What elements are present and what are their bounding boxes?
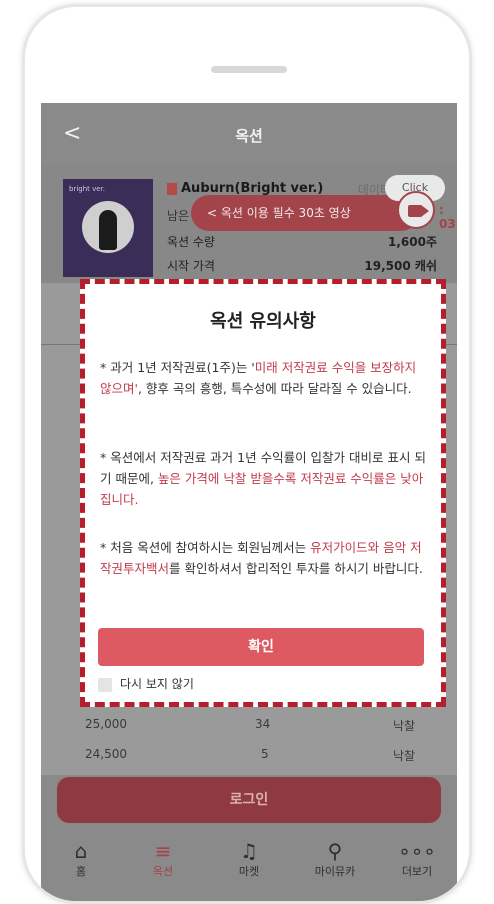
album-cover-text: bright ver. — [69, 185, 106, 193]
dont-show-again[interactable]: 다시 보지 않기 — [98, 675, 194, 692]
auction-icon: ≡ — [154, 839, 172, 863]
bid-price: 25,000 — [85, 717, 127, 731]
page-title: 옥션 — [235, 127, 263, 145]
nav-home-label: 홈 — [75, 865, 87, 878]
table-row: 25,000 34 낙찰 — [41, 717, 457, 743]
notice-paragraph-3: * 처음 옥션에 참여하시는 회원님께서는 유저가이드와 음악 저작권투자백서를… — [100, 537, 430, 579]
nav-auction-label: 옥션 — [152, 865, 174, 878]
album-art-figure — [99, 210, 117, 250]
bid-price: 24,500 — [85, 747, 127, 761]
notice-1-text-end: , 향후 곡의 흥행, 특수성에 따라 달라질 수 있습니다. — [137, 381, 412, 396]
home-icon: ⌂ — [74, 839, 88, 863]
video-play-icon[interactable] — [397, 191, 435, 229]
nav-auction[interactable]: ≡ 옥션 — [133, 839, 193, 879]
notice-3-text-end: 를 확인하셔서 합리적인 투자를 하시기 바랍니다. — [169, 561, 423, 576]
notice-paragraph-2: * 옥션에서 저작권료 과거 1년 수익률이 입찰가 대비로 표시 되기 때문에… — [100, 447, 430, 510]
auction-qty-value: 1,600주 — [388, 235, 437, 249]
bid-count: 34 — [255, 717, 271, 731]
dont-show-again-label: 다시 보지 않기 — [120, 677, 194, 691]
album-cover: bright ver. — [63, 179, 153, 277]
notice-paragraph-1: * 과거 1년 저작권료(1주)는 '미래 저작권료 수익을 보장하지 않으며'… — [100, 357, 430, 399]
nav-home[interactable]: ⌂ 홈 — [51, 839, 111, 879]
confirm-button[interactable]: 확인 — [98, 628, 424, 666]
bid-count: 5 — [261, 747, 269, 761]
user-icon: ⚲ — [327, 839, 343, 863]
bid-status: 낙찰 — [393, 749, 416, 763]
song-info-card: bright ver. Auburn(Bright ver.) 데이터 남은 옥… — [41, 165, 457, 283]
nav-more[interactable]: ∘∘∘ 더보기 — [387, 839, 447, 879]
music-icon — [167, 182, 177, 195]
checkbox-icon[interactable] — [98, 677, 112, 692]
bottom-nav: ⌂ 홈 ≡ 옥션 ♫ 마켓 ⚲ 마이뮤카 ∘∘∘ 더보기 — [41, 829, 457, 901]
artist-line: 남은 — [167, 209, 190, 223]
notice-1-text: * 과거 1년 저작권료(1주)는 ' — [100, 360, 255, 375]
notice-3-text: * 처음 옥션에 참여하시는 회원님께서는 — [100, 540, 311, 555]
nav-market-label: 마켓 — [238, 865, 260, 878]
video-timer: : 03 — [439, 203, 456, 231]
speaker-grille — [211, 66, 287, 73]
login-button[interactable]: 로그인 — [57, 777, 441, 823]
start-price-value: 19,500 캐쉬 — [364, 259, 437, 273]
bid-status: 낙찰 — [393, 719, 416, 733]
app-bar: < 옥션 — [41, 103, 457, 165]
auction-notice-modal: 옥션 유의사항 * 과거 1년 저작권료(1주)는 '미래 저작권료 수익을 보… — [80, 279, 446, 707]
video-tooltip[interactable]: < 옥션 이용 필수 30초 영상 — [191, 195, 419, 231]
auction-qty-label: 옥션 수량 — [167, 235, 215, 249]
more-icon: ∘∘∘ — [398, 839, 436, 863]
song-title[interactable]: Auburn(Bright ver.) — [167, 181, 323, 196]
modal-title: 옥션 유의사항 — [210, 311, 316, 332]
nav-mymuca-label: 마이뮤카 — [314, 865, 356, 878]
song-title-text: Auburn(Bright ver.) — [181, 181, 324, 196]
nav-mymuca[interactable]: ⚲ 마이뮤카 — [305, 839, 365, 879]
nav-market[interactable]: ♫ 마켓 — [219, 839, 279, 879]
table-row: 24,500 5 낙찰 — [41, 747, 457, 773]
start-price-label: 시작 가격 — [167, 259, 215, 273]
market-icon: ♫ — [240, 839, 258, 863]
nav-more-label: 더보기 — [401, 865, 433, 878]
